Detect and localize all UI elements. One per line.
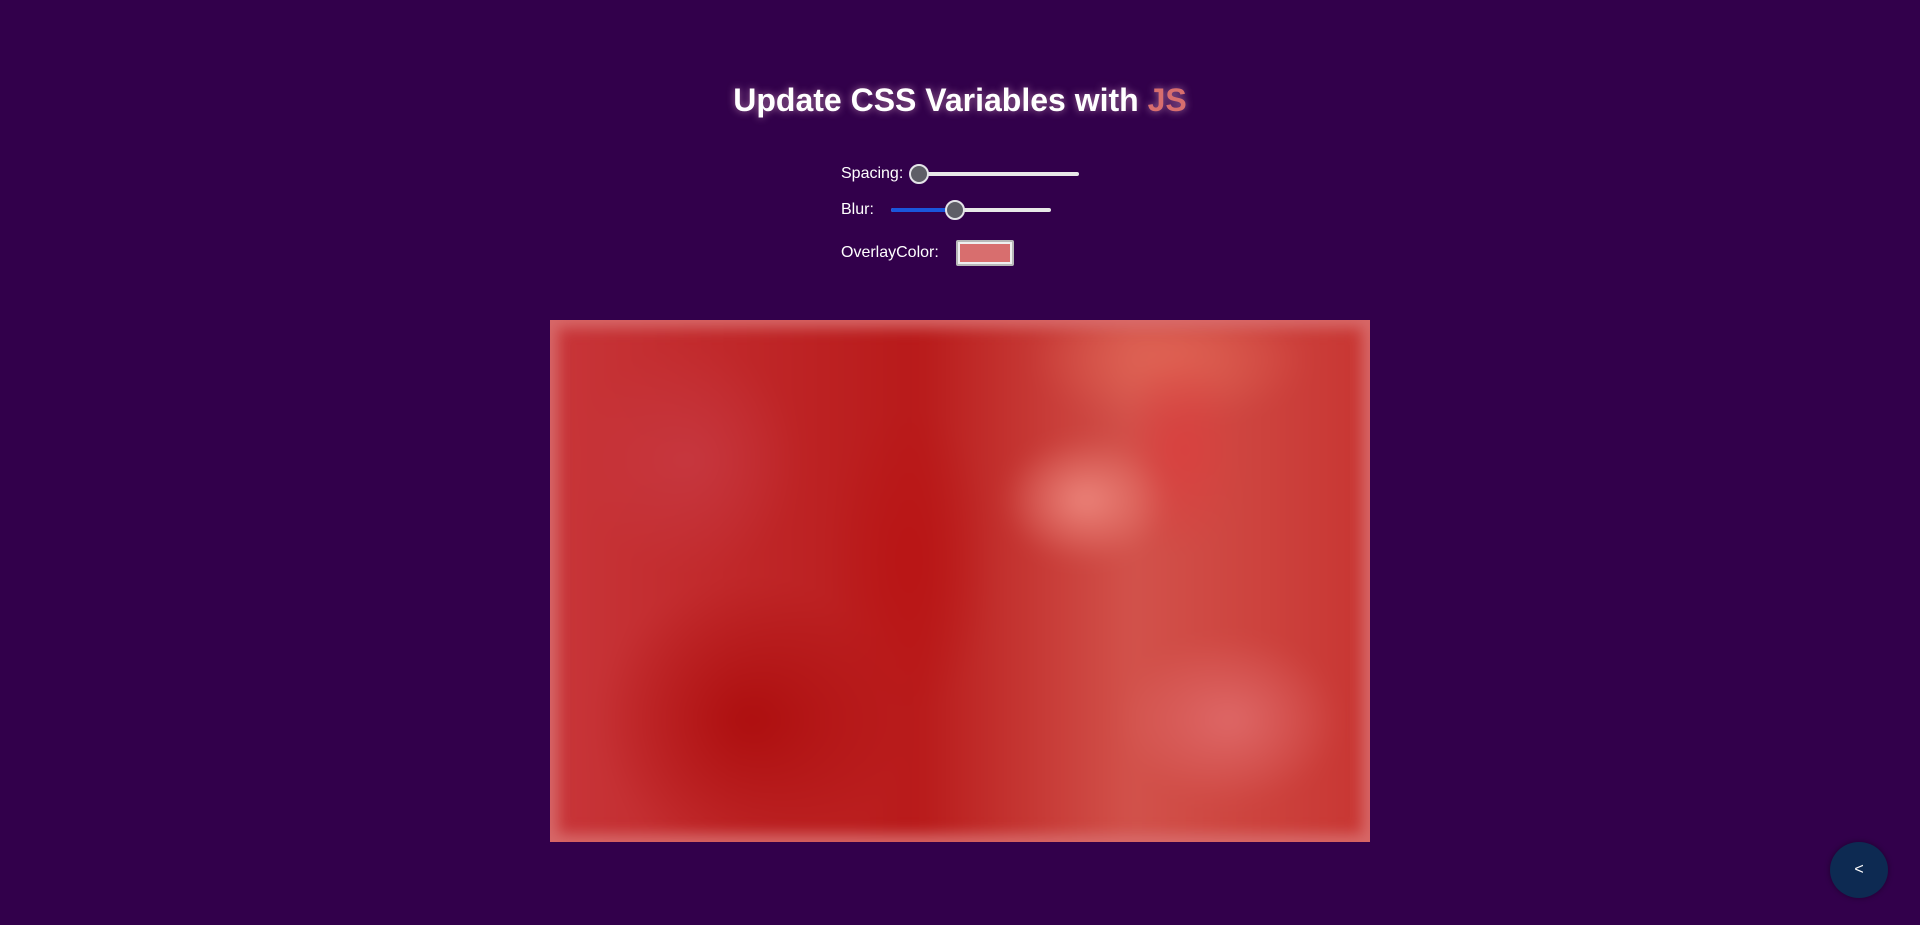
preview-image xyxy=(550,320,1370,842)
overlay-color-label: OverlayColor: xyxy=(841,244,939,261)
spacing-slider-track xyxy=(919,172,1080,176)
page-title: Update CSS Variables with JS xyxy=(0,80,1920,120)
blur-slider-thumb[interactable] xyxy=(944,200,965,220)
blur-slider[interactable] xyxy=(890,200,1051,220)
blur-control: Blur: xyxy=(841,200,1051,220)
chevron-left-icon: < xyxy=(1854,861,1864,878)
spacing-slider[interactable] xyxy=(909,164,1080,184)
back-button[interactable]: < xyxy=(1830,842,1888,898)
overlay-color-swatch xyxy=(959,244,1010,262)
overlay-color-control: OverlayColor: xyxy=(841,240,1014,266)
overlay-color-picker[interactable] xyxy=(955,240,1014,266)
overlay-border xyxy=(550,320,1370,842)
page-title-highlight: JS xyxy=(1147,82,1187,118)
spacing-label: Spacing: xyxy=(841,165,904,182)
page-title-text: Update CSS Variables with xyxy=(733,82,1148,118)
blur-label: Blur: xyxy=(841,201,874,218)
spacing-control: Spacing: xyxy=(841,164,1080,184)
spacing-slider-thumb[interactable] xyxy=(909,164,930,184)
